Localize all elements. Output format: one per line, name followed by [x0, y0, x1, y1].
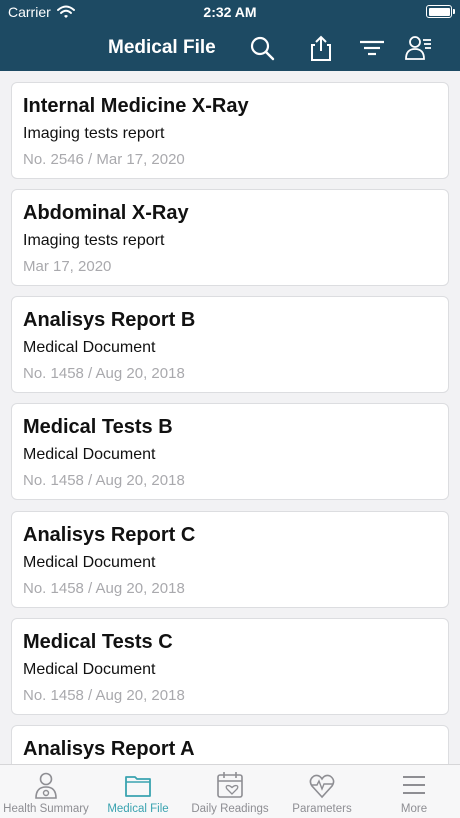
record-title: Analisys Report A: [23, 738, 195, 760]
record-card[interactable]: Internal Medicine X-Ray Imaging tests re…: [11, 82, 449, 179]
record-title: Analisys Report B: [23, 309, 196, 331]
share-icon[interactable]: [307, 34, 335, 62]
battery-icon: [426, 5, 455, 18]
filter-icon[interactable]: [358, 34, 386, 62]
record-title: Abdominal X-Ray: [23, 202, 189, 224]
record-title: Medical Tests C: [23, 631, 173, 653]
heart-pulse-icon: [309, 774, 335, 799]
record-card[interactable]: Analisys Report C Medical Document No. 1…: [11, 511, 449, 608]
menu-icon: [403, 776, 425, 794]
record-meta: No. 1458 / Aug 20, 2018: [23, 472, 185, 489]
tab-bar: Health Summary Medical File Daily Readin…: [0, 764, 460, 818]
tab-medical-file[interactable]: Medical File: [92, 765, 184, 818]
tab-label: Daily Readings: [191, 803, 269, 815]
tab-label: Health Summary: [3, 803, 89, 815]
record-title: Analisys Report C: [23, 524, 196, 546]
person-icon: [35, 772, 57, 799]
record-card[interactable]: Analisys Report A: [11, 725, 449, 764]
tab-daily-readings[interactable]: Daily Readings: [184, 765, 276, 818]
record-type: Imaging tests report: [23, 232, 165, 249]
record-meta: No. 1458 / Aug 20, 2018: [23, 687, 185, 704]
status-time: 2:32 AM: [203, 4, 257, 20]
record-meta: No. 1458 / Aug 20, 2018: [23, 365, 185, 382]
tab-parameters[interactable]: Parameters: [276, 765, 368, 818]
medical-records-list: Internal Medicine X-Ray Imaging tests re…: [0, 71, 460, 764]
record-meta: No. 2546 / Mar 17, 2020: [23, 151, 185, 168]
tab-more[interactable]: More: [368, 765, 460, 818]
record-type: Imaging tests report: [23, 125, 165, 142]
tab-label: Medical File: [107, 803, 169, 815]
record-type: Medical Document: [23, 554, 156, 571]
record-title: Medical Tests B: [23, 416, 173, 438]
folder-icon: [125, 776, 151, 797]
header: Carrier 2:32 AM Medical File: [0, 0, 460, 71]
record-type: Medical Document: [23, 661, 156, 678]
nav-bar: Medical File: [0, 24, 460, 71]
search-icon[interactable]: [248, 34, 276, 62]
doctor-profile-icon[interactable]: [404, 34, 432, 62]
tab-health-summary[interactable]: Health Summary: [0, 765, 92, 818]
status-bar: Carrier 2:32 AM: [0, 0, 460, 24]
page-title: Medical File: [108, 37, 216, 58]
record-type: Medical Document: [23, 339, 156, 356]
record-card[interactable]: Analisys Report B Medical Document No. 1…: [11, 296, 449, 393]
record-card[interactable]: Medical Tests B Medical Document No. 145…: [11, 403, 449, 500]
record-meta: No. 1458 / Aug 20, 2018: [23, 580, 185, 597]
tab-label: More: [400, 803, 428, 815]
record-card[interactable]: Medical Tests C Medical Document No. 145…: [11, 618, 449, 715]
record-type: Medical Document: [23, 446, 156, 463]
record-title: Internal Medicine X-Ray: [23, 95, 249, 117]
calendar-heart-icon: [217, 772, 243, 798]
record-meta: Mar 17, 2020: [23, 258, 112, 275]
tab-label: Parameters: [292, 803, 352, 815]
record-card[interactable]: Abdominal X-Ray Imaging tests report Mar…: [11, 189, 449, 286]
